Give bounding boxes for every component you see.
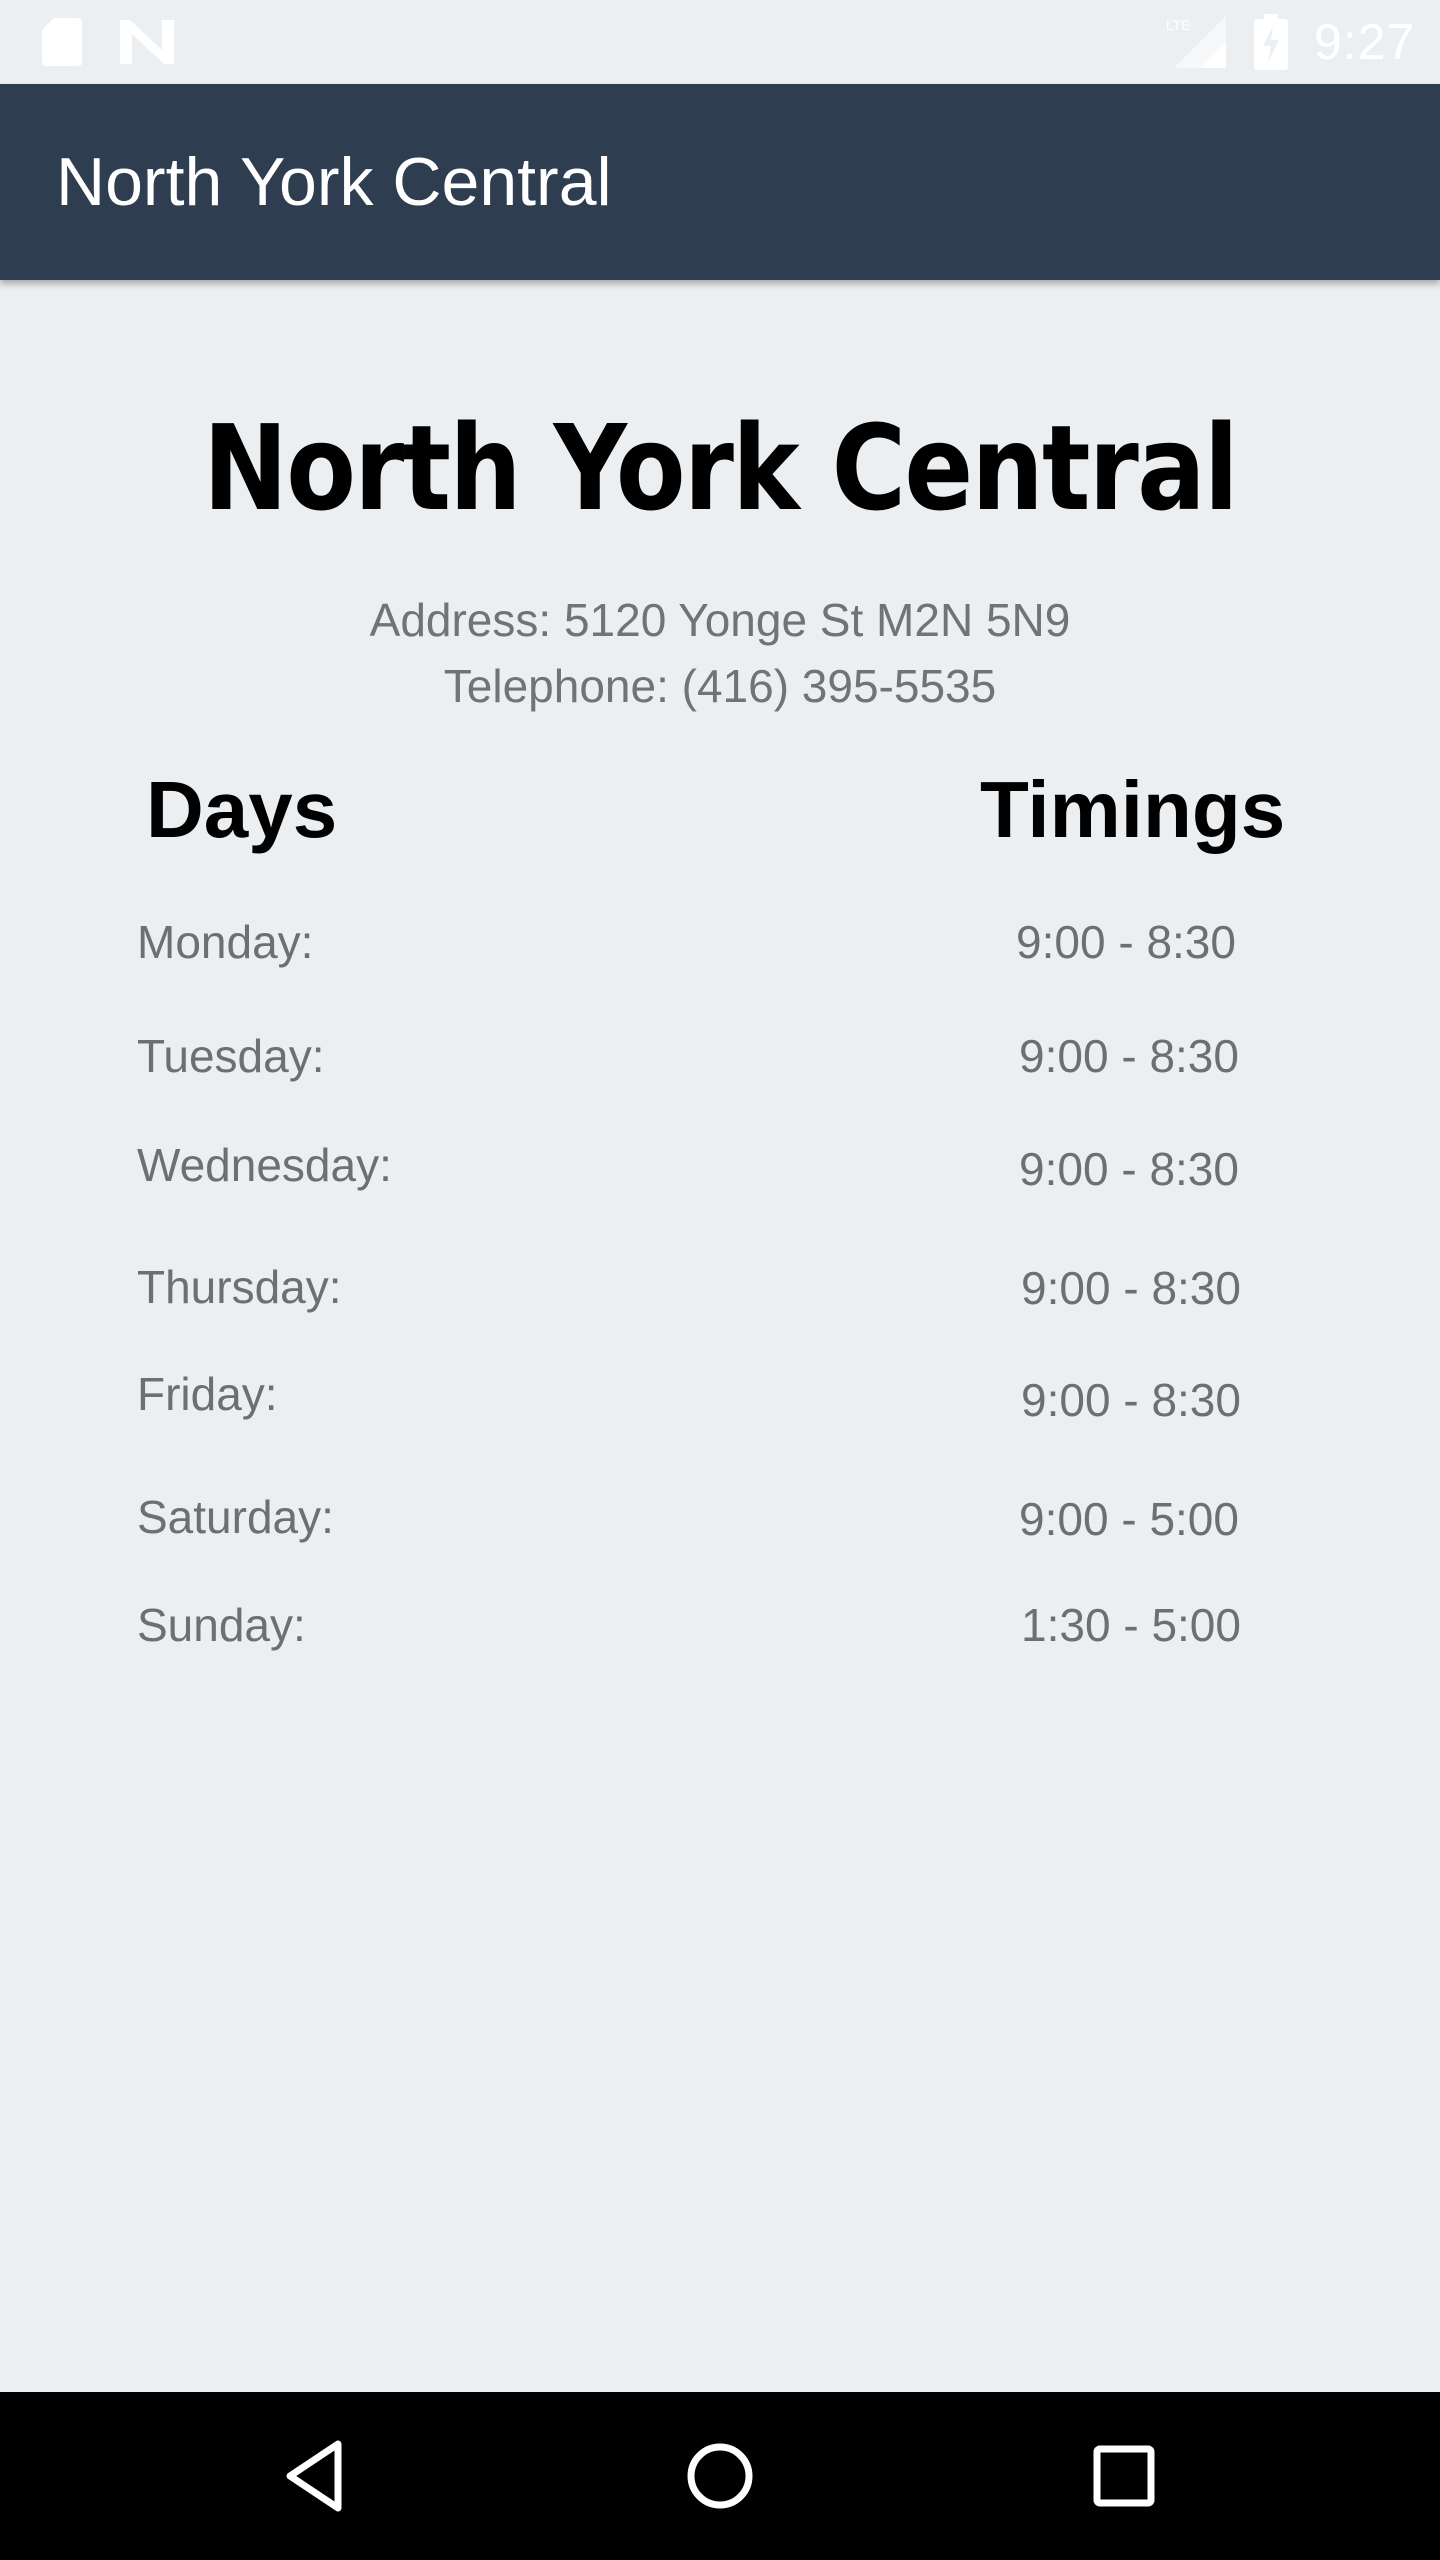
navigation-bar — [0, 2392, 1440, 2560]
sd-card-icon — [42, 18, 82, 66]
days-column-header: Days — [146, 765, 338, 854]
lte-signal-icon: LTE — [1166, 16, 1226, 68]
time-label-friday: 9:00 - 8:30 — [1021, 1374, 1241, 1426]
app-bar: North York Central — [0, 84, 1440, 280]
app-bar-title: North York Central — [56, 144, 612, 220]
day-label-tuesday: Tuesday: — [137, 1030, 325, 1082]
time-label-wednesday: 9:00 - 8:30 — [1019, 1143, 1239, 1195]
recents-icon[interactable] — [1074, 2426, 1174, 2526]
telephone-text: Telephone: (416) 395-5535 — [443, 660, 997, 712]
day-label-friday: Friday: — [137, 1368, 278, 1420]
day-label-thursday: Thursday: — [137, 1261, 342, 1313]
battery-charging-icon — [1254, 14, 1288, 70]
n-notification-icon — [120, 20, 174, 64]
timings-column-header: Timings — [980, 765, 1286, 854]
day-label-monday: Monday: — [137, 916, 314, 968]
day-label-saturday: Saturday: — [137, 1491, 334, 1543]
page-title: North York Central — [203, 399, 1239, 537]
time-label-monday: 9:00 - 8:30 — [1016, 916, 1236, 968]
address-text: Address: 5120 Yonge St M2N 5N9 — [369, 594, 1071, 646]
home-icon[interactable] — [670, 2426, 770, 2526]
time-label-sunday: 1:30 - 5:00 — [1021, 1599, 1241, 1651]
back-icon[interactable] — [266, 2426, 366, 2526]
screen: LTE 9:27 North York Central North York C… — [0, 0, 1440, 2560]
day-label-wednesday: Wednesday: — [137, 1139, 392, 1191]
status-bar: LTE 9:27 — [0, 0, 1440, 84]
status-clock: 9:27 — [1314, 14, 1416, 70]
time-label-tuesday: 9:00 - 8:30 — [1019, 1030, 1239, 1082]
time-label-thursday: 9:00 - 8:30 — [1021, 1262, 1241, 1314]
time-label-saturday: 9:00 - 5:00 — [1019, 1493, 1239, 1545]
svg-text:LTE: LTE — [1166, 17, 1191, 33]
day-label-sunday: Sunday: — [137, 1599, 306, 1651]
